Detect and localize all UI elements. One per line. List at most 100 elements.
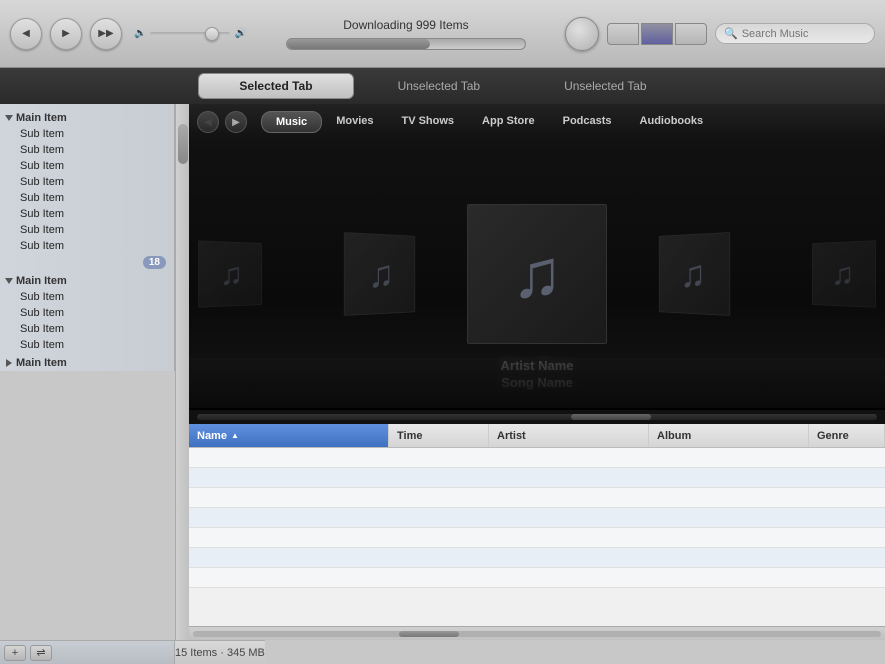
sidebar-group1-header[interactable]: Main Item bbox=[0, 108, 174, 126]
coverflow-scrollbar[interactable] bbox=[189, 410, 885, 424]
sub-nav: ◀ ▶ Music Movies TV Shows App Store Podc… bbox=[189, 104, 885, 140]
td-album bbox=[649, 468, 809, 487]
sidebar-item-4[interactable]: Sub Item bbox=[0, 174, 174, 190]
sidebar-item-12[interactable]: Sub Item bbox=[0, 337, 174, 353]
column-album[interactable]: Album bbox=[649, 424, 809, 447]
sidebar-item-11[interactable]: Sub Item bbox=[0, 321, 174, 337]
td-time bbox=[389, 508, 489, 527]
td-name bbox=[189, 548, 389, 567]
td-genre bbox=[809, 488, 885, 507]
column-time-label: Time bbox=[397, 430, 422, 442]
td-album bbox=[649, 448, 809, 467]
sidebar-group1-label: Main Item bbox=[16, 112, 67, 124]
bottom-wrapper: + ⇌ 15 Items · 345 MB bbox=[0, 640, 885, 664]
forward-button[interactable]: ▶▶ bbox=[90, 18, 122, 50]
subnav-podcasts[interactable]: Podcasts bbox=[549, 111, 626, 133]
subnav-audiobooks[interactable]: Audiobooks bbox=[626, 111, 718, 133]
cover-item-right[interactable]: ♫ bbox=[659, 232, 730, 316]
tab-unselected1[interactable]: Unselected Tab bbox=[358, 74, 521, 98]
cf-thumb[interactable] bbox=[571, 414, 651, 420]
play-button[interactable]: ▶ bbox=[50, 18, 82, 50]
table-row[interactable] bbox=[189, 568, 885, 588]
view-grid-button[interactable] bbox=[675, 23, 707, 45]
bottom-track[interactable] bbox=[193, 631, 881, 637]
table-row[interactable] bbox=[189, 448, 885, 468]
sidebar-group2-header[interactable]: Main Item bbox=[0, 271, 174, 289]
badge-row: 18 bbox=[0, 256, 174, 269]
cover-item-far-left[interactable]: ♫ bbox=[198, 240, 262, 307]
volume-track[interactable] bbox=[150, 32, 230, 36]
subnav-movies[interactable]: Movies bbox=[322, 111, 387, 133]
main-panel: ◀ ▶ Music Movies TV Shows App Store Podc… bbox=[189, 104, 885, 640]
table-row[interactable] bbox=[189, 548, 885, 568]
cover-flow: ♫ ♫ ♫ ♫ ♫ Artist Name Song Name bbox=[189, 140, 885, 410]
volume-thumb[interactable] bbox=[205, 27, 219, 41]
view-coverflow-button[interactable] bbox=[641, 23, 673, 45]
column-genre[interactable]: Genre bbox=[809, 424, 885, 447]
sidebar-item-5[interactable]: Sub Item bbox=[0, 190, 174, 206]
sidebar-scroll-thumb[interactable] bbox=[178, 124, 188, 164]
cover-reflection bbox=[189, 358, 885, 408]
sidebar-bottom: + ⇌ bbox=[0, 640, 175, 664]
sidebar-item-1[interactable]: Sub Item bbox=[0, 126, 174, 142]
sort-arrow-icon: ▲ bbox=[231, 431, 239, 440]
td-album bbox=[649, 528, 809, 547]
tab-selected[interactable]: Selected Tab bbox=[198, 73, 353, 99]
tab-unselected2[interactable]: Unselected Tab bbox=[524, 74, 687, 98]
td-artist bbox=[489, 528, 649, 547]
table-row[interactable] bbox=[189, 528, 885, 548]
search-input[interactable] bbox=[742, 28, 862, 40]
volume-low-icon: 🔈 bbox=[134, 28, 146, 39]
subnav-appstore[interactable]: App Store bbox=[468, 111, 549, 133]
cf-track[interactable] bbox=[197, 414, 877, 420]
table-row[interactable] bbox=[189, 508, 885, 528]
shuffle-button[interactable]: ⇌ bbox=[30, 645, 52, 661]
column-artist[interactable]: Artist bbox=[489, 424, 649, 447]
sidebar-item-9[interactable]: Sub Item bbox=[0, 289, 174, 305]
cover-item-center[interactable]: ♫ bbox=[467, 204, 607, 344]
cover-item-far-right[interactable]: ♫ bbox=[812, 240, 876, 307]
forward-icon: ▶▶ bbox=[98, 28, 113, 39]
td-genre bbox=[809, 548, 885, 567]
subnav-music[interactable]: Music bbox=[261, 111, 322, 133]
add-button[interactable]: + bbox=[4, 645, 26, 661]
sidebar-list: Main Item Sub Item Sub Item Sub Item Sub… bbox=[0, 104, 175, 371]
content-wrapper: Main Item Sub Item Sub Item Sub Item Sub… bbox=[0, 104, 885, 640]
sidebar-group3-header[interactable]: Main Item bbox=[0, 353, 174, 371]
cover-item-left[interactable]: ♫ bbox=[344, 232, 415, 316]
nav-back-button[interactable]: ◀ bbox=[197, 111, 219, 133]
search-box[interactable]: 🔍 bbox=[715, 23, 875, 44]
sidebar-item-6[interactable]: Sub Item bbox=[0, 206, 174, 222]
status-label: 15 Items · 345 MB bbox=[175, 647, 265, 659]
bottom-scrollbar[interactable] bbox=[189, 626, 885, 640]
sidebar-scroll-wrapper: Main Item Sub Item Sub Item Sub Item Sub… bbox=[0, 104, 189, 640]
column-name-label: Name bbox=[197, 430, 227, 442]
sidebar-item-8[interactable]: Sub Item bbox=[0, 238, 174, 254]
back-button[interactable]: ◀ bbox=[10, 18, 42, 50]
bottom-thumb[interactable] bbox=[399, 631, 459, 637]
view-buttons bbox=[607, 23, 707, 45]
sidebar-scrollbar[interactable] bbox=[175, 104, 189, 640]
view-list-button[interactable] bbox=[607, 23, 639, 45]
column-name[interactable]: Name ▲ bbox=[189, 424, 389, 447]
table-header: Name ▲ Time Artist Album Genre bbox=[189, 424, 885, 448]
sidebar-item-3[interactable]: Sub Item bbox=[0, 158, 174, 174]
download-area: Downloading 999 Items bbox=[255, 18, 557, 50]
sidebar-item-10[interactable]: Sub Item bbox=[0, 305, 174, 321]
sidebar-item-2[interactable]: Sub Item bbox=[0, 142, 174, 158]
table-row[interactable] bbox=[189, 468, 885, 488]
nav-forward-button[interactable]: ▶ bbox=[225, 111, 247, 133]
sidebar-item-7[interactable]: Sub Item bbox=[0, 222, 174, 238]
table-rows bbox=[189, 448, 885, 588]
td-name bbox=[189, 568, 389, 587]
column-time[interactable]: Time bbox=[389, 424, 489, 447]
cover-row: ♫ ♫ ♫ ♫ ♫ bbox=[231, 204, 843, 344]
subnav-tvshows[interactable]: TV Shows bbox=[387, 111, 468, 133]
volume-slider[interactable]: 🔈 🔊 bbox=[134, 28, 247, 39]
shuffle-icon: ⇌ bbox=[36, 646, 45, 659]
column-genre-label: Genre bbox=[817, 430, 849, 442]
td-artist bbox=[489, 508, 649, 527]
music-note-icon: ♫ bbox=[220, 256, 243, 292]
td-time bbox=[389, 568, 489, 587]
table-row[interactable] bbox=[189, 488, 885, 508]
